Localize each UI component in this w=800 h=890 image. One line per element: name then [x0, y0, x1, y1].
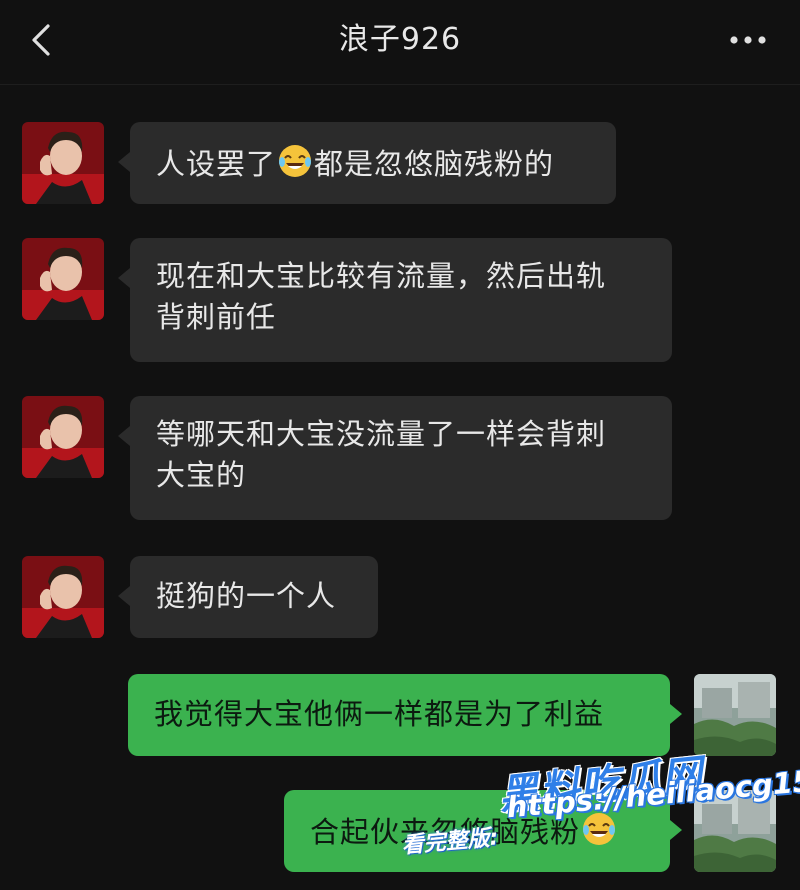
bubble-tail	[118, 268, 130, 288]
message-text: 我觉得大宝他俩一样都是为了利益	[154, 697, 605, 731]
message-line-2: 大宝的	[156, 458, 247, 492]
message-text: 人设罢了	[156, 147, 277, 181]
message-line-1: 现在和大宝比较有流量，然后出轨	[156, 259, 607, 293]
message-bubble[interactable]: 挺狗的一个人	[130, 556, 378, 638]
bubble-tail	[118, 426, 130, 446]
my-avatar[interactable]	[694, 674, 776, 756]
chat-header: 浪子926	[0, 0, 800, 85]
back-button[interactable]	[22, 18, 62, 62]
chat-screen: 浪子926 人设罢了 都是忽悠脑残粉的 现在和大宝比较有流量，然后出轨 背刺前任…	[0, 0, 800, 890]
message-bubble[interactable]: 等哪天和大宝没流量了一样会背刺 大宝的	[130, 396, 672, 520]
message-bubble[interactable]: 现在和大宝比较有流量，然后出轨 背刺前任	[130, 238, 672, 362]
message-line-2: 背刺前任	[156, 300, 277, 334]
watermark-prefix: 看完整版:	[400, 825, 500, 859]
bubble-tail	[118, 586, 130, 606]
more-button[interactable]	[726, 28, 770, 52]
message-bubble[interactable]: 人设罢了 都是忽悠脑残粉的	[130, 122, 616, 204]
message-line-1: 等哪天和大宝没流量了一样会背刺	[156, 417, 607, 451]
message-bubble[interactable]: 我觉得大宝他俩一样都是为了利益	[128, 674, 670, 756]
chevron-left-icon	[32, 24, 50, 56]
contact-avatar[interactable]	[22, 238, 104, 320]
message-text-after: 都是忽悠脑残粉的	[314, 147, 555, 181]
face-with-tears-of-joy-icon	[279, 145, 312, 177]
watermark-link: https://heiliaocg15.com	[505, 756, 800, 825]
contact-avatar[interactable]	[22, 556, 104, 638]
chat-title: 浪子926	[338, 22, 462, 57]
message-text: 挺狗的一个人	[156, 579, 337, 613]
more-dots-icon	[730, 36, 766, 44]
bubble-tail	[670, 704, 682, 724]
contact-avatar[interactable]	[22, 122, 104, 204]
bubble-tail	[118, 152, 130, 172]
contact-avatar[interactable]	[22, 396, 104, 478]
